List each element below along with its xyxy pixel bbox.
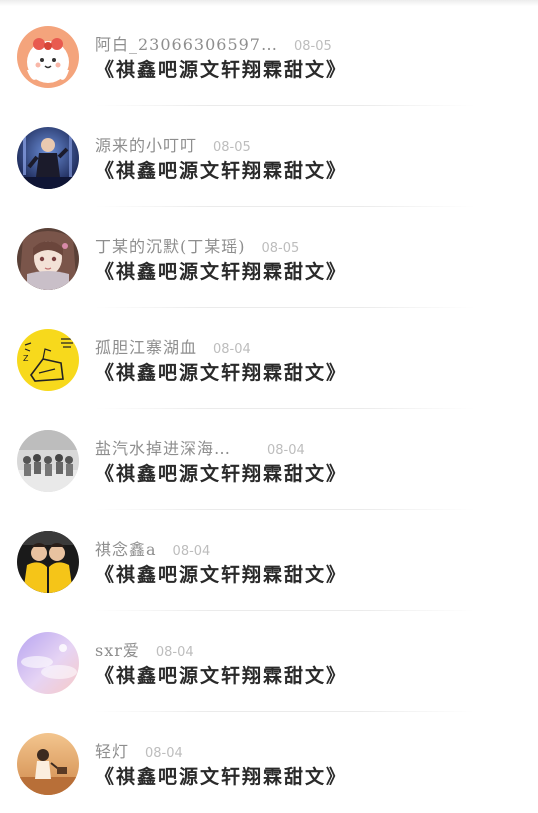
avatar[interactable] <box>17 733 79 795</box>
author-name[interactable]: 轻灯 <box>95 738 129 762</box>
post-title[interactable]: 《祺鑫吧源文轩翔霖甜文》 <box>95 156 347 183</box>
avatar[interactable] <box>17 531 79 593</box>
list-item[interactable]: 祺念鑫a 08-04 《祺鑫吧源文轩翔霖甜文》 <box>0 510 538 611</box>
item-meta: 祺念鑫a 08-04 <box>95 536 211 559</box>
avatar[interactable] <box>17 632 79 694</box>
author-name[interactable]: 源来的小叮叮 <box>95 132 197 156</box>
avatar[interactable] <box>17 430 79 492</box>
post-title[interactable]: 《祺鑫吧源文轩翔霖甜文》 <box>95 459 347 486</box>
author-name[interactable]: sxr爱 <box>95 637 140 661</box>
post-date: 08-05 <box>261 241 300 256</box>
sunset-figure-avatar-icon <box>17 733 79 795</box>
avatar[interactable] <box>17 26 79 88</box>
group-photo-avatar-icon <box>17 430 79 492</box>
post-date: 08-04 <box>155 645 194 660</box>
svg-text:Z: Z <box>23 354 29 363</box>
item-meta: sxr爱 08-04 <box>95 637 194 660</box>
post-list: 阿白_23066306597… 08-05 《祺鑫吧源文轩翔霖甜文》 源来的小叮… <box>0 5 538 813</box>
author-name[interactable]: 孤胆江寨湖血 <box>95 334 197 358</box>
author-name[interactable]: 盐汽水掉进深海… <box>95 435 255 459</box>
author-name[interactable]: 丁某的沉默(丁某瑶) <box>95 233 246 257</box>
post-date: 08-05 <box>293 39 332 54</box>
pastel-sky-avatar-icon <box>17 632 79 694</box>
yellow-doodle-avatar-icon: Z <box>17 329 79 391</box>
avatar[interactable] <box>17 228 79 290</box>
post-title[interactable]: 《祺鑫吧源文轩翔霖甜文》 <box>95 358 347 385</box>
yellow-shirt-duo-avatar-icon <box>17 531 79 593</box>
list-item[interactable]: 源来的小叮叮 08-05 《祺鑫吧源文轩翔霖甜文》 <box>0 106 538 207</box>
author-name[interactable]: 祺念鑫a <box>95 536 157 560</box>
post-date: 08-04 <box>172 544 211 559</box>
list-item[interactable]: 盐汽水掉进深海… 08-04 《祺鑫吧源文轩翔霖甜文》 <box>0 409 538 510</box>
avatar[interactable] <box>17 127 79 189</box>
item-meta: 丁某的沉默(丁某瑶) 08-05 <box>95 233 300 256</box>
post-date: 08-04 <box>145 746 183 761</box>
avatar[interactable]: Z <box>17 329 79 391</box>
item-meta: 孤胆江寨湖血 08-04 <box>95 334 251 357</box>
post-title[interactable]: 《祺鑫吧源文轩翔霖甜文》 <box>95 257 347 284</box>
list-item[interactable]: 阿白_23066306597… 08-05 《祺鑫吧源文轩翔霖甜文》 <box>0 5 538 106</box>
author-name[interactable]: 阿白_23066306597… <box>95 31 278 55</box>
post-title[interactable]: 《祺鑫吧源文轩翔霖甜文》 <box>95 762 347 789</box>
post-date: 08-04 <box>267 443 305 458</box>
list-item[interactable]: 丁某的沉默(丁某瑶) 08-05 《祺鑫吧源文轩翔霖甜文》 <box>0 207 538 308</box>
post-date: 08-04 <box>213 342 251 357</box>
post-date: 08-05 <box>213 140 251 155</box>
item-meta: 盐汽水掉进深海… 08-04 <box>95 435 305 458</box>
ghost-cat-avatar-icon <box>17 26 79 88</box>
list-item[interactable]: Z 孤胆江寨湖血 08-04 《祺鑫吧源文轩翔霖甜文》 <box>0 308 538 409</box>
item-meta: 源来的小叮叮 08-05 <box>95 132 251 155</box>
list-item[interactable]: 轻灯 08-04 《祺鑫吧源文轩翔霖甜文》 <box>0 712 538 813</box>
item-meta: 阿白_23066306597… 08-05 <box>95 31 332 54</box>
list-item[interactable]: sxr爱 08-04 《祺鑫吧源文轩翔霖甜文》 <box>0 611 538 712</box>
anime-girl-avatar-icon <box>17 228 79 290</box>
post-title[interactable]: 《祺鑫吧源文轩翔霖甜文》 <box>95 560 347 587</box>
post-title[interactable]: 《祺鑫吧源文轩翔霖甜文》 <box>95 55 347 82</box>
item-meta: 轻灯 08-04 <box>95 738 183 761</box>
post-title[interactable]: 《祺鑫吧源文轩翔霖甜文》 <box>95 661 347 688</box>
stage-performer-avatar-icon <box>17 127 79 189</box>
